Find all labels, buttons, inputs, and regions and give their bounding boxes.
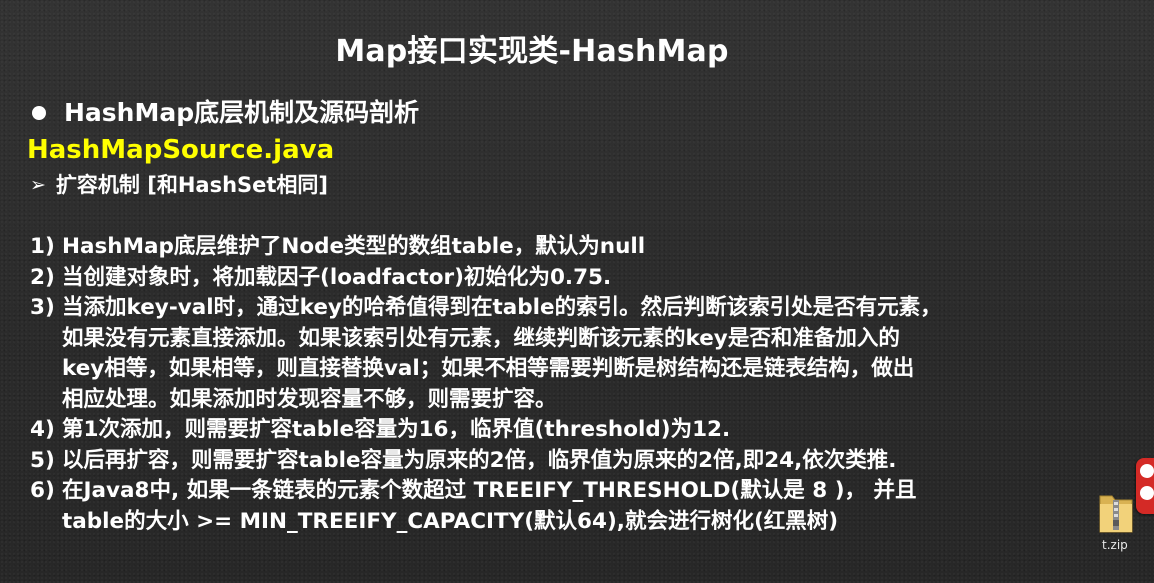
- point-item: 5) 以后再扩容，则需要扩容table容量为原来的2倍，临界值为原来的2倍,即2…: [30, 446, 1140, 477]
- point-item: 4) 第1次添加，则需要扩容table容量为16，临界值(threshold)为…: [30, 415, 1140, 446]
- point-text-line: 当添加key-val时，通过key的哈希值得到在table的索引。然后判断该索引…: [62, 295, 942, 320]
- point-text: 第1次添加，则需要扩容table容量为16，临界值(threshold)为12.: [62, 415, 730, 446]
- point-number: 6): [30, 478, 55, 503]
- folder-zip-icon[interactable]: [1098, 490, 1134, 534]
- bullet-dot-icon: [32, 106, 46, 120]
- bullet-heading: HashMap底层机制及源码剖析: [64, 98, 420, 127]
- point-text-line: 以后再扩容，则需要扩容table容量为原来的2倍，临界值为原来的2倍,即24,依…: [62, 447, 897, 473]
- arrow-bullet-icon: ➢: [30, 174, 46, 196]
- points-list: 1) HashMap底层维护了Node类型的数组table，默认为null 2)…: [30, 232, 1140, 537]
- point-text-line: HashMap底层维护了Node类型的数组table，默认为null: [62, 234, 646, 259]
- point-number: 2): [30, 264, 55, 290]
- point-text-line: 相应处理。如果添加时发现容量不够，则需要扩容。: [62, 386, 557, 412]
- point-number: 3): [30, 295, 55, 320]
- point-item: 6) 在Java8中, 如果一条链表的元素个数超过 TREEIFY_THRESH…: [30, 476, 1140, 537]
- point-item: 3) 当添加key-val时，通过key的哈希值得到在table的索引。然后判断…: [30, 293, 1140, 415]
- point-text-line: 在Java8中, 如果一条链表的元素个数超过 TREEIFY_THRESHOLD…: [62, 478, 917, 503]
- slide-title: Map接口实现类-HashMap: [335, 34, 729, 69]
- point-item: 1) HashMap底层维护了Node类型的数组table，默认为null: [30, 232, 1140, 263]
- point-text: 当创建对象时，将加载因子(loadfactor)初始化为0.75.: [62, 263, 611, 294]
- side-widget-glyph: [1140, 486, 1154, 500]
- point-number: 1): [30, 234, 55, 259]
- point-item: 2) 当创建对象时，将加载因子(loadfactor)初始化为0.75.: [30, 263, 1140, 294]
- side-widget-icon[interactable]: [1136, 458, 1154, 514]
- side-widget-glyph: [1140, 464, 1154, 478]
- point-text: 在Java8中, 如果一条链表的元素个数超过 TREEIFY_THRESHOLD…: [62, 476, 917, 537]
- source-file-name: HashMapSource.java: [27, 135, 335, 165]
- point-text-line: 当创建对象时，将加载因子(loadfactor)初始化为0.75.: [62, 264, 612, 290]
- point-text-line: table的大小 >= MIN_TREEIFY_CAPACITY(默认64),就…: [62, 508, 839, 534]
- bullet-heading-line: HashMap底层机制及源码剖析: [28, 96, 419, 130]
- point-text-line: key相等，如果相等，则直接替换val；如果不相等需要判断是树结构还是链表结构，…: [62, 356, 915, 381]
- sub-heading-line: ➢ 扩容机制 [和HashSet相同]: [30, 170, 328, 200]
- point-number: 4): [30, 417, 55, 442]
- point-number: 5): [30, 447, 55, 473]
- point-text: 以后再扩容，则需要扩容table容量为原来的2倍，临界值为原来的2倍,即24,依…: [62, 446, 896, 477]
- slide: Map接口实现类-HashMap HashMap底层机制及源码剖析 HashMa…: [0, 0, 1154, 583]
- zip-file-label: t.zip: [1102, 538, 1128, 552]
- point-text: 当添加key-val时，通过key的哈希值得到在table的索引。然后判断该索引…: [62, 293, 942, 415]
- point-text-line: 第1次添加，则需要扩容table容量为16，临界值(threshold)为12.: [62, 417, 731, 442]
- point-text: HashMap底层维护了Node类型的数组table，默认为null: [62, 232, 645, 263]
- sub-heading: 扩容机制 [和HashSet相同]: [55, 173, 329, 197]
- point-text-line: 如果没有元素直接添加。如果该索引处有元素，继续判断该元素的key是否和准备加入的: [62, 325, 900, 351]
